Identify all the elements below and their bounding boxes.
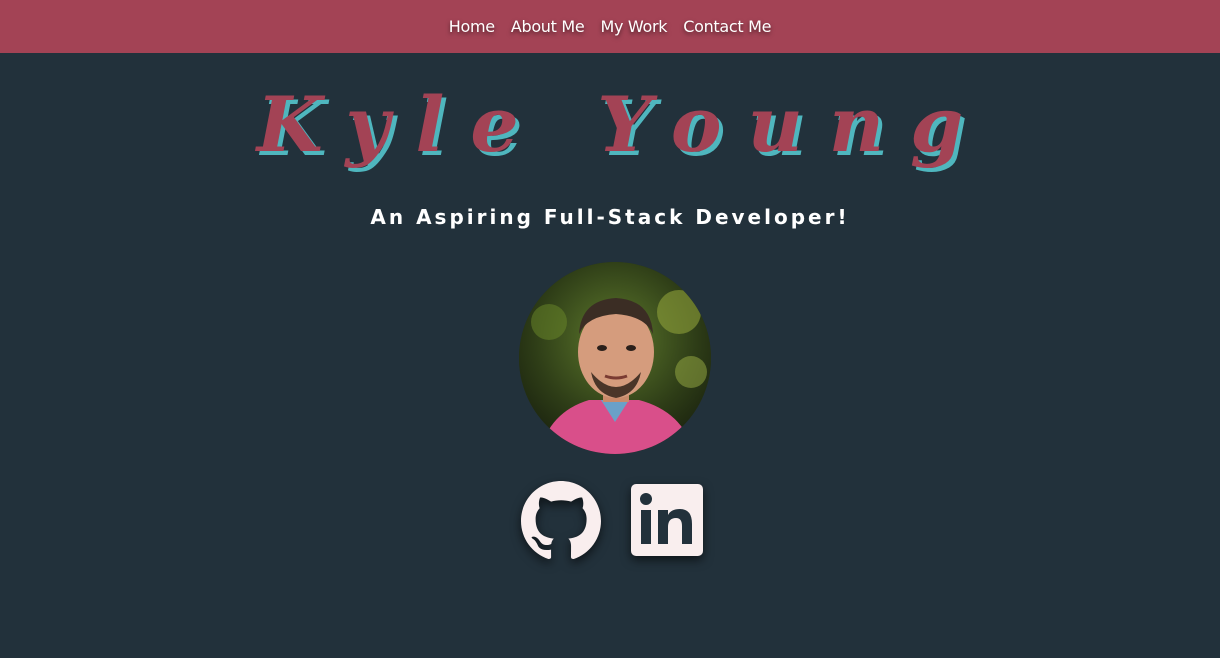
hero-tagline: An Aspiring Full-Stack Developer! xyxy=(370,205,850,229)
nav-about-link[interactable]: About Me xyxy=(511,17,585,36)
nav-work-link[interactable]: My Work xyxy=(600,17,667,36)
avatar xyxy=(519,262,711,454)
linkedin-link[interactable] xyxy=(631,484,703,556)
nav-home-link[interactable]: Home xyxy=(449,17,495,36)
social-links xyxy=(0,481,1220,561)
profile-photo xyxy=(519,262,711,454)
github-icon xyxy=(521,481,601,560)
github-link[interactable] xyxy=(521,481,601,561)
hero-name: Kyle Young xyxy=(256,80,990,169)
linkedin-icon xyxy=(631,484,703,556)
nav-contact-link[interactable]: Contact Me xyxy=(683,17,771,36)
top-navbar: Home About Me My Work Contact Me xyxy=(0,0,1220,53)
section-heading-peek xyxy=(0,628,1220,658)
